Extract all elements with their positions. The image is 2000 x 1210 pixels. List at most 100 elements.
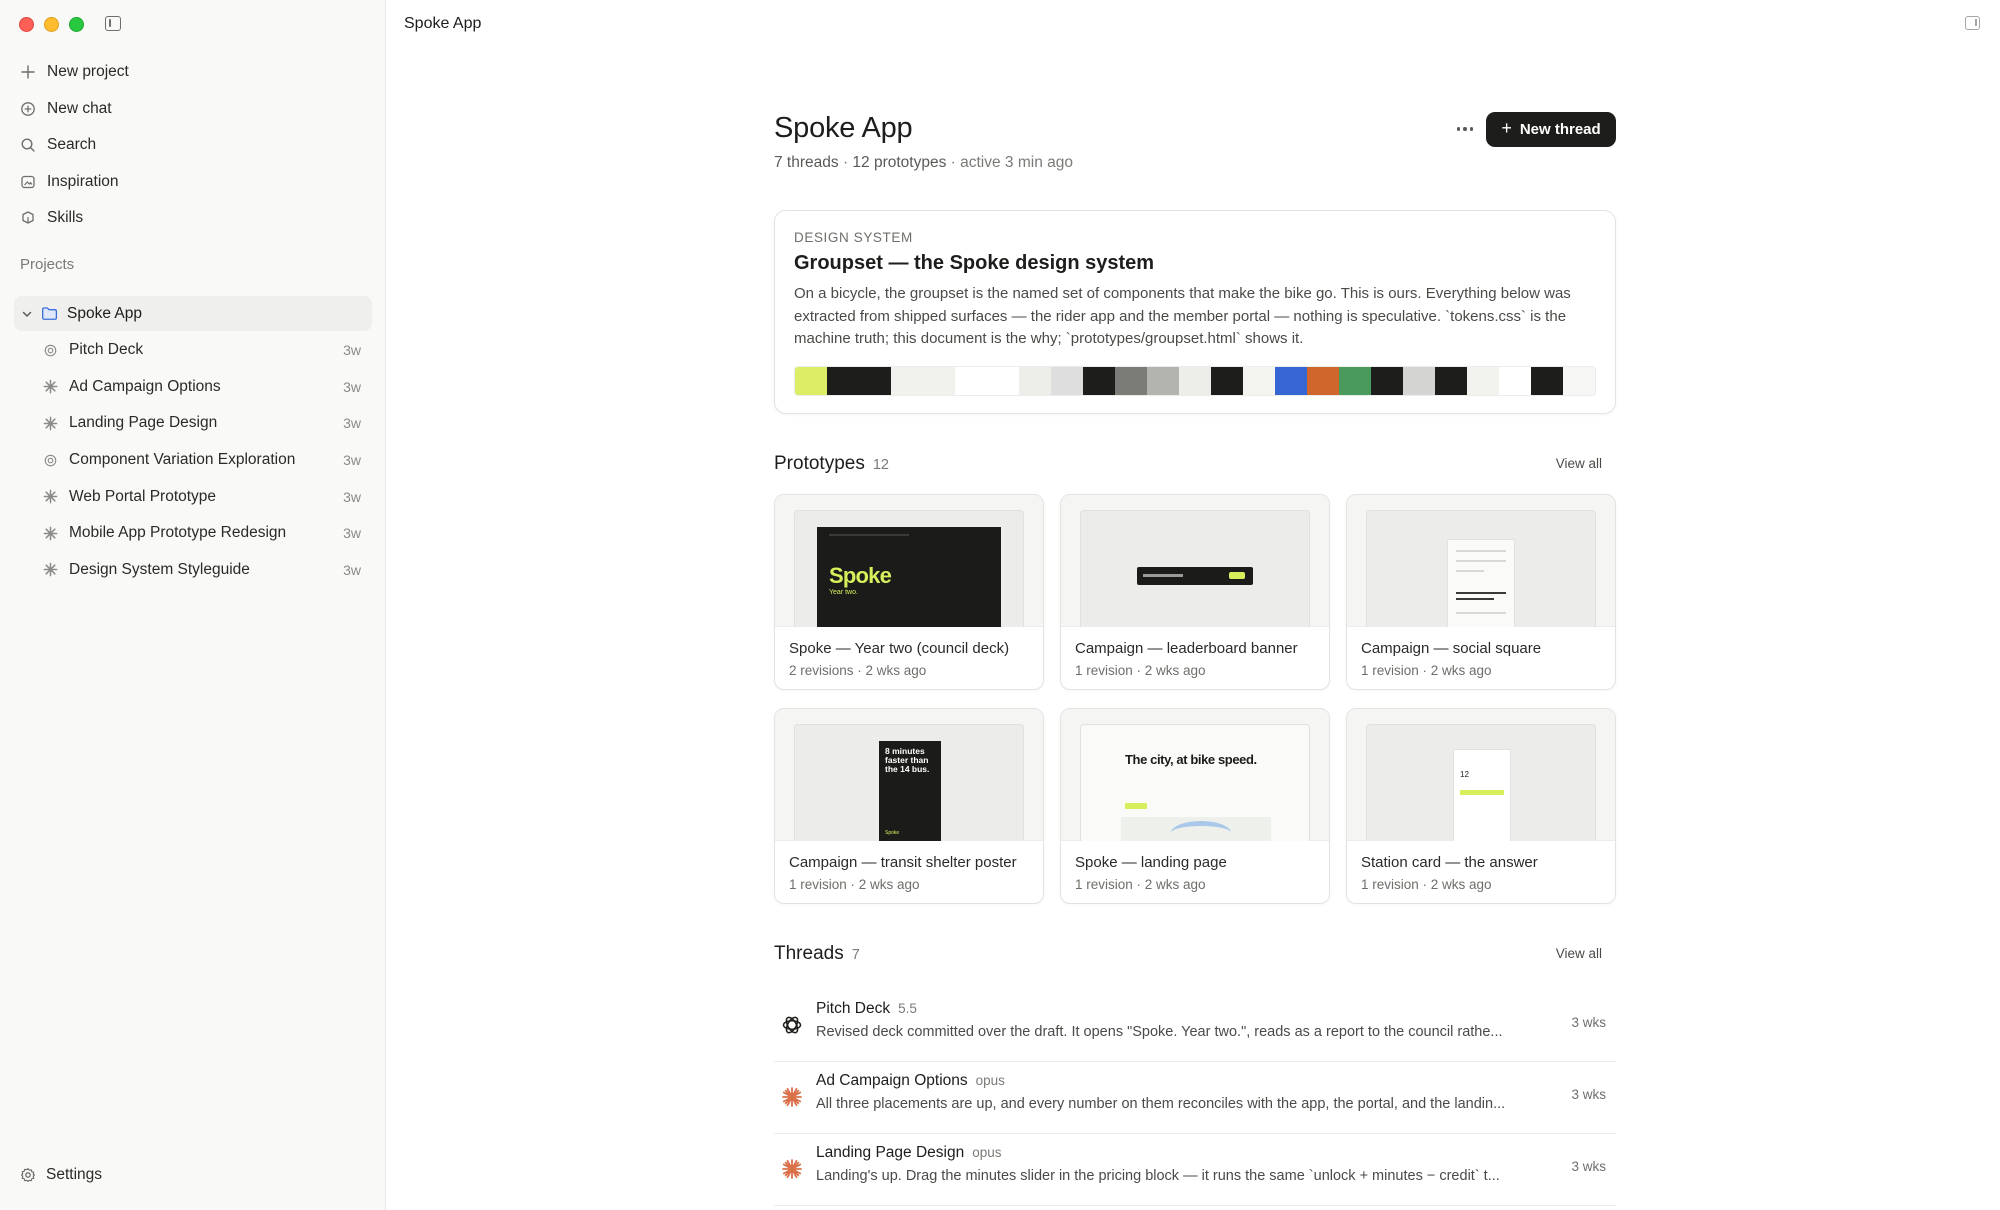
nav-label: New chat [47, 99, 112, 117]
sidebar-thread-landing-page[interactable]: Landing Page Design 3w [14, 405, 372, 442]
sidebar-thread-mobile-app[interactable]: Mobile App Prototype Redesign 3w [14, 515, 372, 552]
minimize-window-button[interactable] [44, 17, 59, 32]
sidebar-thread-label: Component Variation Exploration [69, 451, 296, 469]
threads-view-all-link[interactable]: View all [1556, 946, 1602, 961]
sidebar-thread-design-system[interactable]: Design System Styleguide 3w [14, 552, 372, 589]
prototype-card[interactable]: Spoke Year two. Spoke — Year two (council… [774, 494, 1044, 690]
thread-age: 3 wks [1571, 1159, 1606, 1174]
claude-icon [781, 1086, 803, 1108]
color-swatch [1499, 367, 1531, 395]
color-swatch [891, 367, 923, 395]
color-swatch [1147, 367, 1179, 395]
color-swatch [1307, 367, 1339, 395]
thread-row[interactable]: Pitch Deck 5.5 Revised deck committed ove… [774, 990, 1616, 1062]
sidebar-thread-pitch-deck[interactable]: Pitch Deck 3w [14, 332, 372, 369]
design-system-card[interactable]: DESIGN SYSTEM Groupset — the Spoke desig… [774, 210, 1616, 414]
thread-summary: Landing's up. Drag the minutes slider in… [816, 1168, 1500, 1184]
color-swatch [1531, 367, 1563, 395]
color-swatch [1019, 367, 1051, 395]
prototype-title: Campaign — transit shelter poster [789, 854, 1017, 871]
color-swatch [1435, 367, 1467, 395]
more-options-icon[interactable] [1450, 118, 1480, 140]
openai-icon [43, 453, 58, 468]
prototype-card[interactable]: Campaign — social square 1 revision · 2 … [1346, 494, 1616, 690]
sidebar-thread-label: Landing Page Design [69, 414, 218, 432]
prototype-card[interactable]: 8 minutes faster than the 14 bus. Spoke C… [774, 708, 1044, 904]
skills-icon [20, 210, 36, 226]
meta-separator: · [838, 154, 853, 171]
nav-label: Skills [47, 209, 84, 227]
color-swatch [1051, 367, 1083, 395]
inspiration-button[interactable]: Inspiration [14, 164, 372, 201]
color-swatch [1371, 367, 1403, 395]
poster-thumb-headline: 8 minutes faster than the 14 bus. [885, 746, 930, 774]
color-swatch [955, 367, 987, 395]
prototypes-view-all-link[interactable]: View all [1556, 456, 1602, 471]
new-thread-button[interactable]: + New thread [1486, 112, 1616, 147]
threads-header: Threads 7 View all [774, 943, 1616, 967]
gear-icon [21, 1168, 35, 1182]
thread-row[interactable]: Landing Page Design opus Landing's up. Dr… [774, 1134, 1616, 1206]
sidebar-nav: New project New chat Search Inspiration … [14, 54, 372, 237]
color-swatch-strip [794, 366, 1596, 396]
sidebar-thread-ad-campaign[interactable]: Ad Campaign Options 3w [14, 369, 372, 406]
new-thread-label: New thread [1519, 121, 1601, 138]
prototype-card[interactable]: The city, at bike speed. Spoke — landing… [1060, 708, 1330, 904]
folder-icon [42, 307, 58, 320]
claude-icon [43, 379, 58, 394]
prototype-card[interactable]: 12 Station card — the answer 1 revision … [1346, 708, 1616, 904]
nav-label: New project [47, 63, 129, 81]
claude-icon [43, 489, 58, 504]
prototype-count: 12 prototypes [852, 154, 947, 171]
thread-name: Pitch Deck [816, 1000, 891, 1017]
thread-summary: Revised deck committed over the draft. I… [816, 1024, 1503, 1040]
prototype-meta: 2 revisions · 2 wks ago [789, 663, 927, 678]
thread-count: 7 threads [774, 154, 839, 171]
sidebar-thread-age: 3w [343, 488, 361, 505]
sidebar-toggle-icon[interactable] [105, 16, 121, 31]
new-project-button[interactable]: New project [14, 54, 372, 91]
sidebar-thread-age: 3w [343, 378, 361, 395]
zoom-window-button[interactable] [69, 17, 84, 32]
prototype-meta: 1 revision · 2 wks ago [1075, 663, 1206, 678]
thread-name: Landing Page Design [816, 1144, 965, 1161]
color-swatch [1211, 367, 1243, 395]
prototypes-header: Prototypes 12 View all [774, 453, 1616, 477]
deck-thumb-subtitle: Year two. [829, 589, 858, 596]
chevron-down-icon[interactable] [21, 308, 33, 320]
sidebar-thread-age: 3w [343, 415, 361, 432]
sidebar: New project New chat Search Inspiration … [0, 0, 386, 1210]
panel-toggle-icon[interactable] [1965, 16, 1980, 30]
prototype-title: Spoke — Year two (council deck) [789, 640, 1010, 657]
prototypes-count: 12 [872, 457, 889, 473]
skills-button[interactable]: Skills [14, 200, 372, 237]
thread-model: opus [972, 1145, 1002, 1160]
station-thumb-number: 12 [1460, 770, 1469, 779]
thread-age: 3 wks [1571, 1015, 1606, 1030]
settings-button[interactable]: Settings [20, 1166, 102, 1184]
threads-count: 7 [851, 947, 860, 963]
prototype-card[interactable]: Campaign — leaderboard banner 1 revision… [1060, 494, 1330, 690]
search-icon [20, 137, 36, 153]
thread-row[interactable]: Ad Campaign Options opus All three placem… [774, 1062, 1616, 1134]
search-button[interactable]: Search [14, 127, 372, 164]
close-window-button[interactable] [19, 17, 34, 32]
prototype-title: Campaign — leaderboard banner [1075, 640, 1298, 657]
openai-icon [43, 343, 58, 358]
sidebar-thread-label: Design System Styleguide [69, 560, 250, 578]
window-controls [19, 17, 84, 32]
project-spoke-app[interactable]: Spoke App [14, 296, 372, 331]
prototype-meta: 1 revision · 2 wks ago [789, 877, 920, 892]
inspiration-icon [20, 174, 36, 190]
color-swatch [1563, 367, 1595, 395]
sidebar-thread-web-portal[interactable]: Web Portal Prototype 3w [14, 478, 372, 515]
sidebar-thread-component-variation[interactable]: Component Variation Exploration 3w [14, 442, 372, 479]
color-swatch [923, 367, 955, 395]
color-swatch [1083, 367, 1115, 395]
projects-section-label: Projects [20, 256, 75, 273]
prototype-meta: 1 revision · 2 wks ago [1075, 877, 1206, 892]
deck-thumb-wordmark: Spoke [829, 563, 892, 588]
sidebar-thread-label: Mobile App Prototype Redesign [69, 524, 287, 542]
page-title: Spoke App [774, 112, 913, 144]
new-chat-button[interactable]: New chat [14, 91, 372, 128]
